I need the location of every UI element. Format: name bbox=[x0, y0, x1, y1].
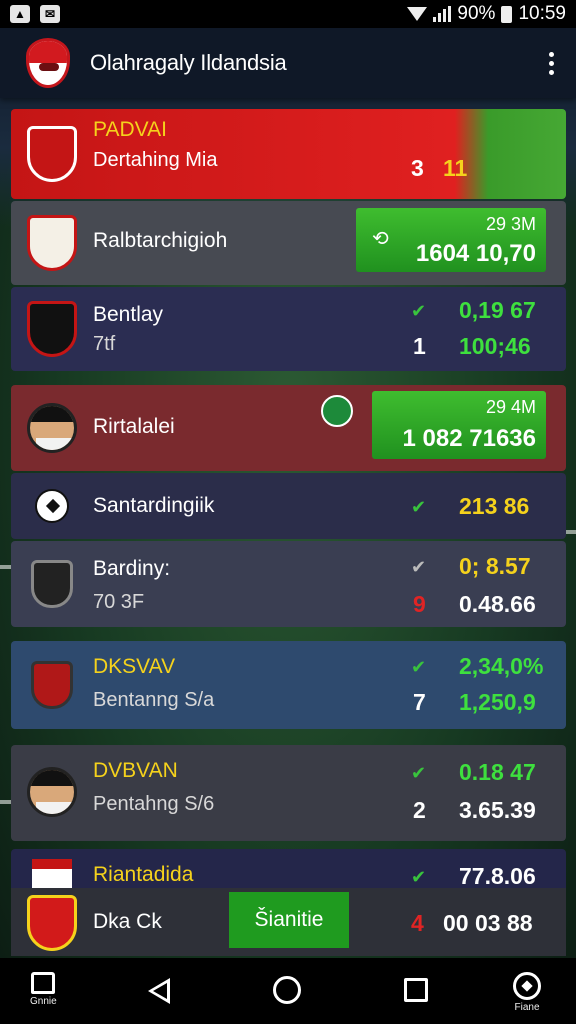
trophy-icon bbox=[25, 656, 79, 714]
club-crest-icon bbox=[25, 857, 79, 891]
summary-value-a: 4 bbox=[411, 910, 424, 936]
app-title: Olahragaly Ildandsia bbox=[90, 50, 287, 75]
nav-back-button[interactable] bbox=[148, 978, 170, 1004]
item-subtitle: 7tf bbox=[93, 333, 116, 355]
app-logo bbox=[26, 38, 70, 88]
clock: 10:59 bbox=[518, 3, 566, 24]
player-avatar bbox=[25, 763, 79, 821]
nav-recents-button[interactable] bbox=[404, 978, 428, 1002]
soccer-ball-icon bbox=[513, 972, 541, 1000]
summary-title: Dka Ck bbox=[93, 910, 162, 933]
club-crest-icon bbox=[25, 214, 79, 272]
list-item[interactable]: Santardingiik ✔ 213 86 bbox=[11, 473, 566, 539]
list-item[interactable]: Bentlay 7tf ✔ 0,19 67 1 100;46 bbox=[11, 287, 566, 371]
item-value-top: 0.18 47 bbox=[459, 759, 536, 785]
list-item[interactable]: Ralbtarchigioh ⟲ 29 3M 1604 10,70 bbox=[11, 201, 566, 285]
item-value-top: 2,34,0% bbox=[459, 653, 544, 679]
refresh-icon: ⟲ bbox=[372, 228, 389, 250]
battery-percent: 90% bbox=[457, 3, 496, 24]
recents-icon bbox=[404, 978, 428, 1002]
item-subtitle: Dertahing Mia bbox=[93, 149, 218, 171]
list-item[interactable]: PADVAI Dertahing Mia 3 11 bbox=[11, 109, 566, 199]
item-value-top: 0; 8.57 bbox=[459, 553, 531, 579]
score-box-top: 29 4M bbox=[485, 397, 536, 417]
score-box-main: 1604 10,70 bbox=[415, 240, 536, 267]
item-title: DVBVAN bbox=[93, 759, 178, 782]
item-title: Ralbtarchigioh bbox=[93, 229, 228, 252]
nav-home-label: Gnnie bbox=[30, 996, 57, 1007]
item-value-a: 3 bbox=[411, 155, 424, 181]
item-value-b: 11 bbox=[443, 155, 468, 181]
wifi-icon bbox=[407, 7, 428, 21]
item-title: PADVAI bbox=[93, 118, 167, 141]
check-icon: ✔ bbox=[411, 867, 427, 887]
home-circle-icon bbox=[273, 976, 301, 1004]
item-value-a: 2 bbox=[413, 797, 426, 823]
item-value-a: 1 bbox=[413, 333, 426, 359]
score-box-main: 1 082 71636 bbox=[402, 425, 536, 452]
back-icon bbox=[148, 978, 170, 1004]
item-value-b: 1,250,9 bbox=[459, 689, 536, 715]
home-icon bbox=[31, 972, 56, 994]
item-value-a: 9 bbox=[413, 591, 426, 617]
item-subtitle: Pentahng S/6 bbox=[93, 793, 215, 815]
check-icon: ✔ bbox=[411, 657, 427, 677]
item-value-top: 0,19 67 bbox=[459, 297, 536, 323]
item-title: Rirtalalei bbox=[93, 415, 175, 438]
item-value-a: 7 bbox=[413, 689, 426, 715]
item-value-b: 0.48.66 bbox=[459, 591, 536, 617]
item-title: DKSVAV bbox=[93, 655, 176, 678]
mail-notification-icon: ✉ bbox=[40, 5, 60, 23]
item-title: Bardiny: bbox=[93, 557, 171, 580]
player-avatar bbox=[25, 399, 79, 457]
overflow-menu-button[interactable] bbox=[543, 46, 560, 81]
item-title: Santardingiik bbox=[93, 494, 215, 517]
action-button[interactable]: Šianitie bbox=[229, 892, 349, 948]
navigation-bar: Gnnie Fiane bbox=[0, 958, 576, 1024]
check-icon: ✔ bbox=[411, 763, 427, 783]
score-box-top: 29 3M bbox=[485, 214, 536, 234]
list-item[interactable]: DKSVAV Bentanng S/a ✔ 2,34,0% 7 1,250,9 bbox=[11, 641, 566, 729]
gallery-notification-icon: ▲ bbox=[10, 5, 30, 23]
summary-value-b: 00 03 88 bbox=[443, 910, 533, 936]
score-box[interactable]: 29 4M 1 082 71636 bbox=[372, 391, 546, 459]
club-badge-icon bbox=[321, 395, 353, 427]
battery-icon bbox=[501, 5, 513, 23]
nav-scores-button[interactable]: Fiane bbox=[513, 972, 541, 1013]
score-box[interactable]: ⟲ 29 3M 1604 10,70 bbox=[356, 208, 546, 272]
item-value-b: 3.65.39 bbox=[459, 797, 536, 823]
item-title: Bentlay bbox=[93, 303, 164, 326]
nav-scores-label: Fiane bbox=[514, 1002, 540, 1013]
item-subtitle: 70 3F bbox=[93, 591, 145, 613]
check-icon: ✔ bbox=[411, 557, 427, 577]
item-value-top: 77.8.06 bbox=[459, 863, 536, 889]
list-item[interactable]: Bardiny: 70 3F ✔ 0; 8.57 9 0.48.66 bbox=[11, 541, 566, 627]
item-value-b: 100;46 bbox=[459, 333, 531, 359]
club-crest-icon bbox=[25, 894, 79, 952]
soccer-ball-icon bbox=[25, 477, 79, 535]
nav-home-button[interactable]: Gnnie bbox=[30, 972, 57, 1007]
item-subtitle: Bentanng S/a bbox=[93, 689, 215, 711]
app-header: Olahragaly Ildandsia bbox=[0, 28, 576, 98]
status-bar: ▲ ✉ 90% 10:59 bbox=[0, 0, 576, 28]
list-item[interactable]: Rirtalalei 29 4M 1 082 71636 bbox=[11, 385, 566, 471]
trophy-icon bbox=[25, 555, 79, 613]
bottom-summary-bar: Dka Ck Šianitie 4 00 03 88 bbox=[11, 888, 566, 956]
item-value-b: 213 86 bbox=[459, 493, 530, 519]
nav-home-circle-button[interactable] bbox=[273, 976, 301, 1004]
item-title: Riantadida bbox=[93, 863, 194, 886]
club-crest-icon bbox=[25, 300, 79, 358]
check-icon: ✔ bbox=[411, 301, 427, 321]
list-item[interactable]: DVBVAN Pentahng S/6 ✔ 0.18 47 2 3.65.39 bbox=[11, 745, 566, 841]
club-crest-icon bbox=[25, 125, 79, 183]
signal-icon bbox=[433, 6, 452, 22]
check-icon: ✔ bbox=[411, 497, 427, 517]
